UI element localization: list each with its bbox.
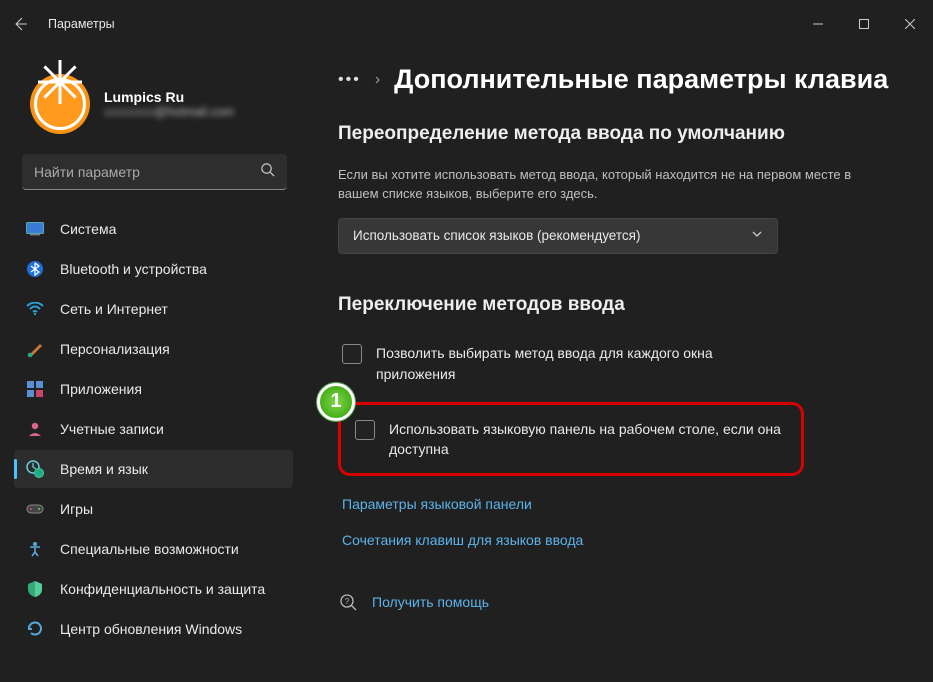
main-area: Lumpics Ru xxxxxxxx@hotmail.com Система … [0, 48, 933, 682]
clock-globe-icon [26, 460, 44, 478]
content: ••• › Дополнительные параметры клавиа Пе… [302, 48, 933, 682]
sidebar-item-label: Время и язык [60, 461, 148, 477]
profile-block[interactable]: Lumpics Ru xxxxxxxx@hotmail.com [8, 52, 301, 154]
help-icon: ? [338, 592, 358, 612]
window-controls [795, 8, 933, 40]
sidebar-item-label: Игры [60, 501, 93, 517]
window-title: Параметры [48, 17, 115, 31]
back-button[interactable] [12, 16, 28, 32]
highlighted-option: 1 Использовать языковую панель на рабоче… [338, 402, 804, 477]
annotation-step-badge: 1 [317, 383, 355, 421]
avatar-icon [34, 78, 86, 130]
checkbox-lang-bar[interactable] [355, 420, 375, 440]
update-icon [26, 620, 44, 638]
help-row: ? Получить помощь [338, 592, 905, 612]
page-title: Дополнительные параметры клавиа [394, 64, 888, 95]
profile-name: Lumpics Ru [104, 89, 234, 105]
account-icon [26, 420, 44, 438]
sidebar-item-system[interactable]: Система [14, 210, 293, 248]
breadcrumb: ••• › Дополнительные параметры клавиа [338, 64, 905, 95]
sidebar-item-time-language[interactable]: Время и язык [14, 450, 293, 488]
sidebar-item-label: Сеть и Интернет [60, 301, 168, 317]
maximize-button[interactable] [841, 8, 887, 40]
arrow-left-icon [12, 16, 28, 32]
sidebar-item-bluetooth[interactable]: Bluetooth и устройства [14, 250, 293, 288]
wifi-icon [26, 300, 44, 318]
sidebar-item-network[interactable]: Сеть и Интернет [14, 290, 293, 328]
bluetooth-icon [26, 260, 44, 278]
shield-icon [26, 580, 44, 598]
system-icon [26, 220, 44, 238]
titlebar: Параметры [0, 0, 933, 48]
close-button[interactable] [887, 8, 933, 40]
dropdown-value: Использовать список языков (рекомендуетс… [353, 228, 640, 243]
sidebar-item-accounts[interactable]: Учетные записи [14, 410, 293, 448]
section-override-heading: Переопределение метода ввода по умолчани… [338, 121, 905, 147]
help-link[interactable]: Получить помощь [372, 594, 489, 610]
sidebar-item-personalization[interactable]: Персонализация [14, 330, 293, 368]
search-wrap [22, 154, 287, 190]
link-lang-bar-options[interactable]: Параметры языковой панели [338, 486, 905, 522]
sidebar-item-label: Конфиденциальность и защита [60, 581, 265, 597]
search-input[interactable] [22, 154, 287, 190]
svg-text:?: ? [345, 597, 350, 606]
nav-list: Система Bluetooth и устройства Сеть и Ин… [8, 208, 301, 648]
chevron-down-icon [751, 228, 763, 243]
sidebar-item-label: Bluetooth и устройства [60, 261, 207, 277]
games-icon [26, 500, 44, 518]
sidebar-item-label: Персонализация [60, 341, 170, 357]
sidebar-item-apps[interactable]: Приложения [14, 370, 293, 408]
sidebar-item-label: Система [60, 221, 116, 237]
checkbox-lang-bar-label: Использовать языковую панель на рабочем … [389, 419, 785, 460]
brush-icon [26, 340, 44, 358]
sidebar-item-label: Приложения [60, 381, 142, 397]
sidebar-item-label: Центр обновления Windows [60, 621, 242, 637]
accessibility-icon [26, 540, 44, 558]
input-method-dropdown[interactable]: Использовать список языков (рекомендуетс… [338, 218, 778, 254]
breadcrumb-ellipsis[interactable]: ••• [338, 71, 361, 89]
sidebar: Lumpics Ru xxxxxxxx@hotmail.com Система … [0, 48, 302, 682]
minimize-button[interactable] [795, 8, 841, 40]
sidebar-item-label: Специальные возможности [60, 541, 239, 557]
search-icon [260, 162, 275, 182]
avatar [30, 74, 90, 134]
sidebar-item-label: Учетные записи [60, 421, 164, 437]
profile-info: Lumpics Ru xxxxxxxx@hotmail.com [104, 89, 234, 119]
apps-icon [26, 380, 44, 398]
checkbox-per-window-row: Позволить выбирать метод ввода для каждо… [338, 335, 798, 392]
sidebar-item-accessibility[interactable]: Специальные возможности [14, 530, 293, 568]
titlebar-left: Параметры [12, 16, 115, 32]
sidebar-item-games[interactable]: Игры [14, 490, 293, 528]
maximize-icon [859, 19, 869, 29]
sidebar-item-privacy[interactable]: Конфиденциальность и защита [14, 570, 293, 608]
section-override-desc: Если вы хотите использовать метод ввода,… [338, 165, 858, 204]
link-hotkeys[interactable]: Сочетания клавиш для языков ввода [338, 522, 905, 558]
sidebar-item-update[interactable]: Центр обновления Windows [14, 610, 293, 648]
checkbox-per-window[interactable] [342, 344, 362, 364]
checkbox-lang-bar-row: Использовать языковую панель на рабочем … [355, 419, 785, 460]
close-icon [905, 19, 915, 29]
profile-email: xxxxxxxx@hotmail.com [104, 105, 234, 119]
chevron-right-icon: › [375, 71, 380, 89]
minimize-icon [813, 19, 823, 29]
checkbox-per-window-label: Позволить выбирать метод ввода для каждо… [376, 343, 794, 384]
section-switch-heading: Переключение методов ввода [338, 292, 905, 318]
